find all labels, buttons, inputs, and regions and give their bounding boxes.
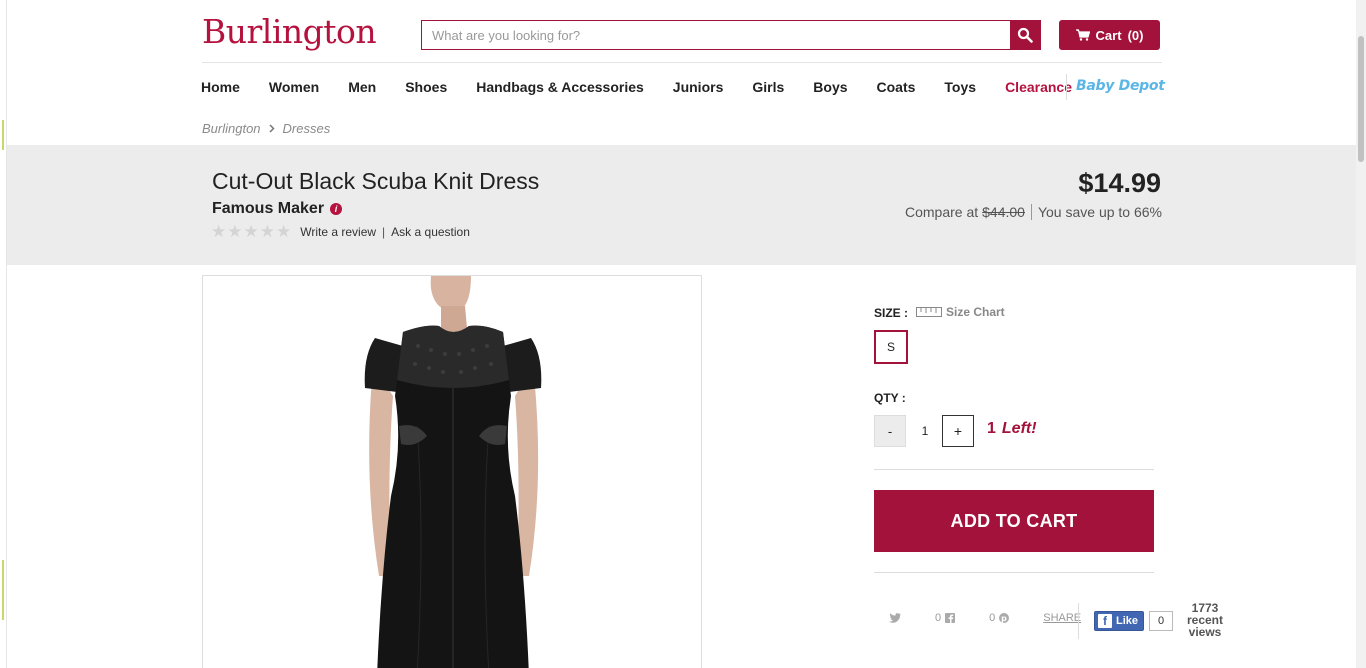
- size-chart-label: Size Chart: [946, 305, 1005, 319]
- size-label: SIZE :: [874, 306, 909, 320]
- link-separator: |: [382, 225, 386, 239]
- like-count: 0: [1149, 611, 1174, 631]
- product-title: Cut-Out Black Scuba Knit Dress: [212, 168, 540, 194]
- breadcrumb-dresses[interactable]: Dresses: [283, 121, 331, 136]
- nav-item-handbags-accessories[interactable]: Handbags & Accessories: [476, 79, 644, 99]
- rating-row: ★ ★ ★ ★ ★ Write a review | Ask a questio…: [211, 222, 470, 241]
- svg-text:p: p: [1001, 614, 1007, 623]
- star-icon: ★: [211, 222, 227, 241]
- breadcrumb: Burlington Dresses: [202, 121, 330, 136]
- product-image[interactable]: [202, 275, 702, 668]
- rating-stars: ★ ★ ★ ★ ★: [211, 222, 292, 241]
- main-nav: Home Women Men Shoes Handbags & Accessor…: [201, 79, 1101, 99]
- info-icon[interactable]: i: [330, 203, 343, 215]
- search-button[interactable]: [1010, 21, 1040, 49]
- search-icon: [1017, 27, 1033, 43]
- stock-text: Left!: [1001, 420, 1037, 437]
- nav-item-toys[interactable]: Toys: [944, 79, 976, 99]
- stock-count: 1: [987, 420, 996, 437]
- cart-label: Cart: [1095, 27, 1122, 43]
- size-option-s[interactable]: S: [874, 330, 908, 364]
- facebook-logo-icon: f: [1098, 614, 1112, 628]
- options-divider: [874, 469, 1154, 470]
- social-divider: [1078, 603, 1079, 639]
- scrollbar-thumb[interactable]: [1358, 36, 1364, 162]
- product-price: $14.99: [1078, 168, 1161, 198]
- size-chart-link[interactable]: Size Chart: [916, 305, 1005, 319]
- share-link[interactable]: SHARE: [1043, 612, 1081, 624]
- page-scrollbar[interactable]: [1356, 0, 1366, 668]
- nav-item-men[interactable]: Men: [348, 79, 376, 99]
- qty-decrease-button[interactable]: -: [874, 415, 906, 447]
- facebook-like-button[interactable]: f Like: [1094, 611, 1145, 631]
- write-review-link[interactable]: Write a review: [300, 225, 376, 239]
- qty-label: QTY :: [874, 391, 906, 405]
- compare-divider: [1030, 204, 1032, 220]
- star-icon: ★: [243, 222, 259, 241]
- brand-name: Famous Maker: [212, 200, 325, 217]
- like-label: Like: [1116, 615, 1139, 627]
- stock-remaining: 1 Left!: [987, 420, 1037, 438]
- twitter-icon[interactable]: [889, 613, 901, 623]
- edge-marker: [2, 560, 4, 620]
- header-divider: [202, 62, 1162, 63]
- cart-divider: [874, 572, 1154, 573]
- search-bar: [421, 20, 1041, 50]
- chevron-right-icon: [269, 124, 275, 133]
- nav-item-women[interactable]: Women: [269, 79, 319, 99]
- window-left-edge: [0, 0, 7, 668]
- facebook-share-count: 0: [935, 612, 942, 624]
- compare-label: Compare at: [904, 204, 979, 220]
- star-icon: ★: [276, 222, 292, 241]
- social-share-row: 0 0 p SHARE: [889, 612, 1081, 624]
- compare-price-row: Compare at $44.00 You save up to 66%: [905, 204, 1162, 220]
- baby-depot-logo[interactable]: Baby Depot: [1076, 78, 1165, 94]
- burlington-logo[interactable]: Burlington: [202, 8, 377, 52]
- savings-text: You save up to 66%: [1037, 204, 1162, 220]
- star-icon: ★: [227, 222, 243, 241]
- product-brand: Famous Maker i: [212, 200, 343, 218]
- pinterest-icon[interactable]: p: [999, 613, 1010, 623]
- qty-value[interactable]: 1: [914, 415, 936, 447]
- star-icon: ★: [259, 222, 275, 241]
- nav-item-juniors[interactable]: Juniors: [673, 79, 724, 99]
- edge-marker: [2, 120, 4, 150]
- add-to-cart-button[interactable]: ADD TO CART: [874, 490, 1154, 552]
- nav-item-girls[interactable]: Girls: [752, 79, 784, 99]
- qty-increase-button[interactable]: +: [942, 415, 974, 447]
- cart-icon: [1075, 29, 1090, 41]
- search-input[interactable]: [422, 21, 1010, 49]
- nav-item-boys[interactable]: Boys: [813, 79, 847, 99]
- views-label-line2: views: [1188, 625, 1222, 639]
- cart-count: (0): [1127, 27, 1144, 43]
- nav-item-clearance[interactable]: Clearance: [1005, 79, 1072, 99]
- ask-question-link[interactable]: Ask a question: [391, 225, 470, 239]
- logo-text: Burlington: [202, 12, 377, 51]
- nav-item-home[interactable]: Home: [201, 79, 240, 99]
- nav-item-coats[interactable]: Coats: [877, 79, 916, 99]
- facebook-icon[interactable]: [945, 613, 956, 623]
- facebook-like-widget: f Like 0: [1094, 611, 1174, 631]
- recent-views: 1773 recent views: [1180, 602, 1230, 638]
- compare-price: $44.00: [982, 204, 1025, 220]
- dress-photo: [203, 276, 701, 668]
- cart-button[interactable]: Cart (0): [1059, 20, 1160, 50]
- breadcrumb-home[interactable]: Burlington: [202, 121, 261, 136]
- pinterest-share-count: 0: [989, 612, 996, 624]
- ruler-icon: [916, 307, 942, 317]
- nav-item-shoes[interactable]: Shoes: [405, 79, 447, 99]
- nav-divider: [1066, 74, 1067, 100]
